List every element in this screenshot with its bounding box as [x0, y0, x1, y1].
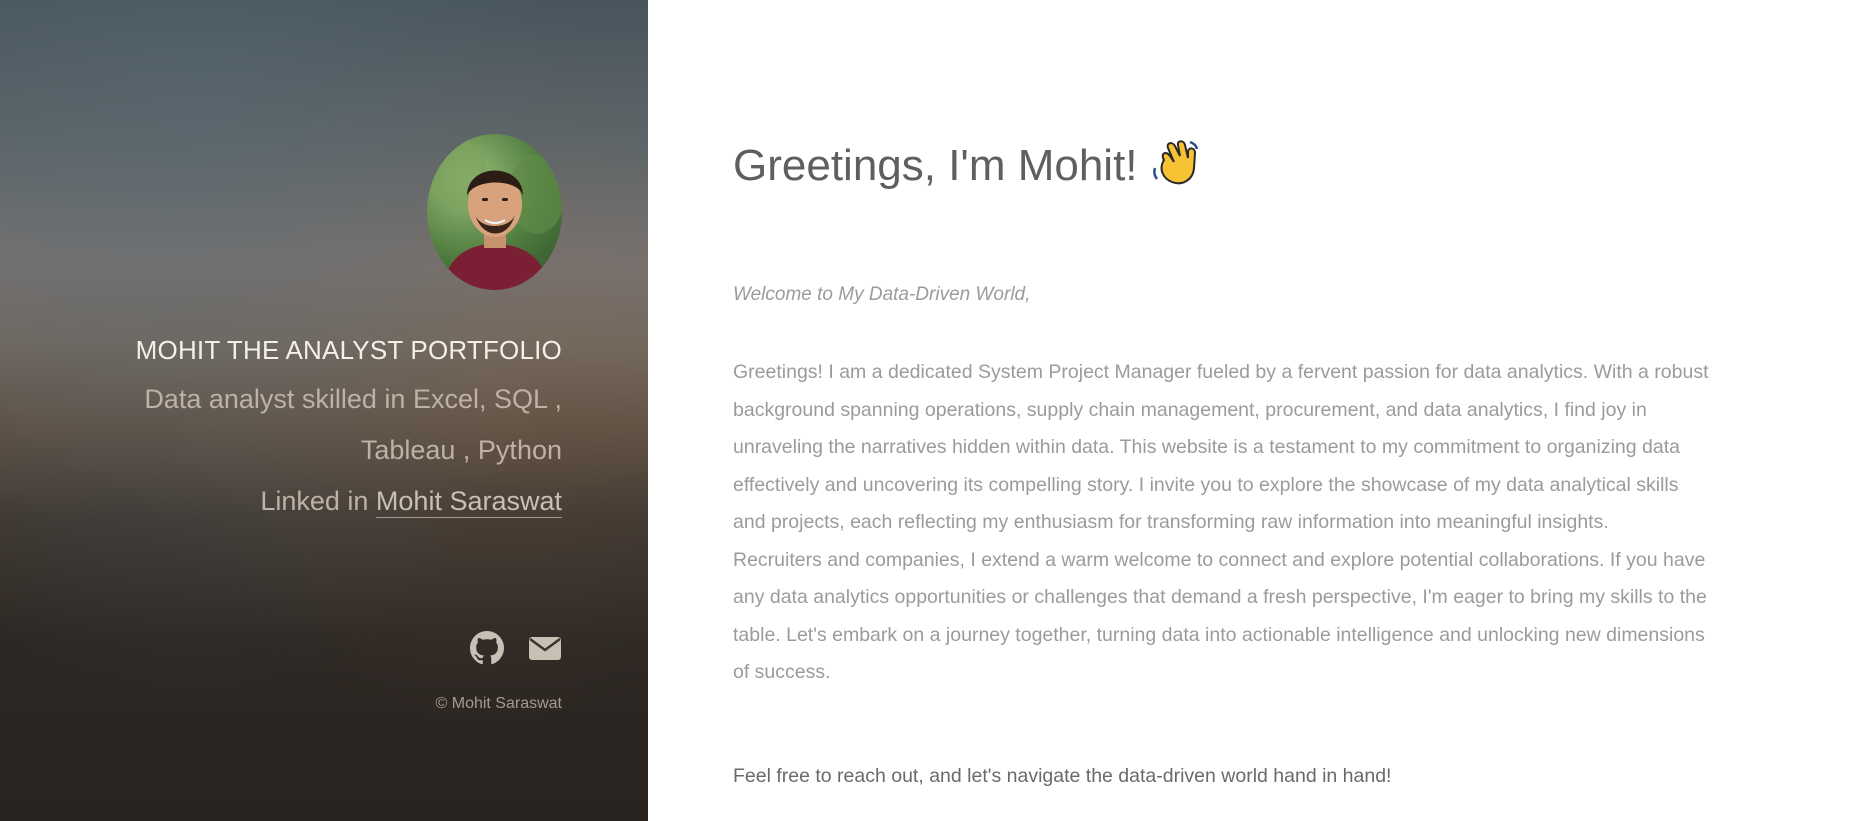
intro-paragraph: Greetings! I am a dedicated System Proje… — [733, 361, 1709, 533]
copyright: © Mohit Saraswat — [435, 695, 563, 712]
page-title: Greetings, I'm Mohit! — [733, 138, 1200, 191]
description-line: Data analyst skilled in Excel, SQL , — [144, 384, 562, 414]
description-line: Tableau , Python — [360, 435, 562, 465]
social-links — [42, 631, 562, 665]
welcome-text: Welcome to My Data-Driven World, — [733, 284, 1031, 305]
intro-paragraph: Recruiters and companies, I extend a war… — [733, 548, 1707, 684]
waving-hand-icon — [1150, 138, 1200, 188]
sidebar-content: MOHIT THE ANALYST PORTFOLIO Data analyst… — [42, 134, 562, 713]
avatar — [427, 134, 562, 290]
site-title: MOHIT THE ANALYST PORTFOLIO — [135, 335, 562, 365]
closing-text: Feel free to reach out, and let's naviga… — [733, 765, 1392, 787]
github-icon[interactable] — [469, 631, 504, 665]
linkedin-link[interactable]: Mohit Saraswat — [375, 486, 562, 518]
site-description: Data analyst skilled in Excel, SQL , Tab… — [42, 374, 562, 527]
linkedin-prefix: Linked in — [260, 486, 376, 516]
intro-text: Greetings! I am a dedicated System Proje… — [733, 354, 1713, 692]
sidebar: MOHIT THE ANALYST PORTFOLIO Data analyst… — [0, 0, 648, 821]
greeting-text: Greetings, I'm Mohit! — [733, 141, 1138, 190]
envelope-icon[interactable] — [528, 631, 562, 665]
linkedin-line: Linked in Mohit Saraswat — [42, 476, 562, 527]
